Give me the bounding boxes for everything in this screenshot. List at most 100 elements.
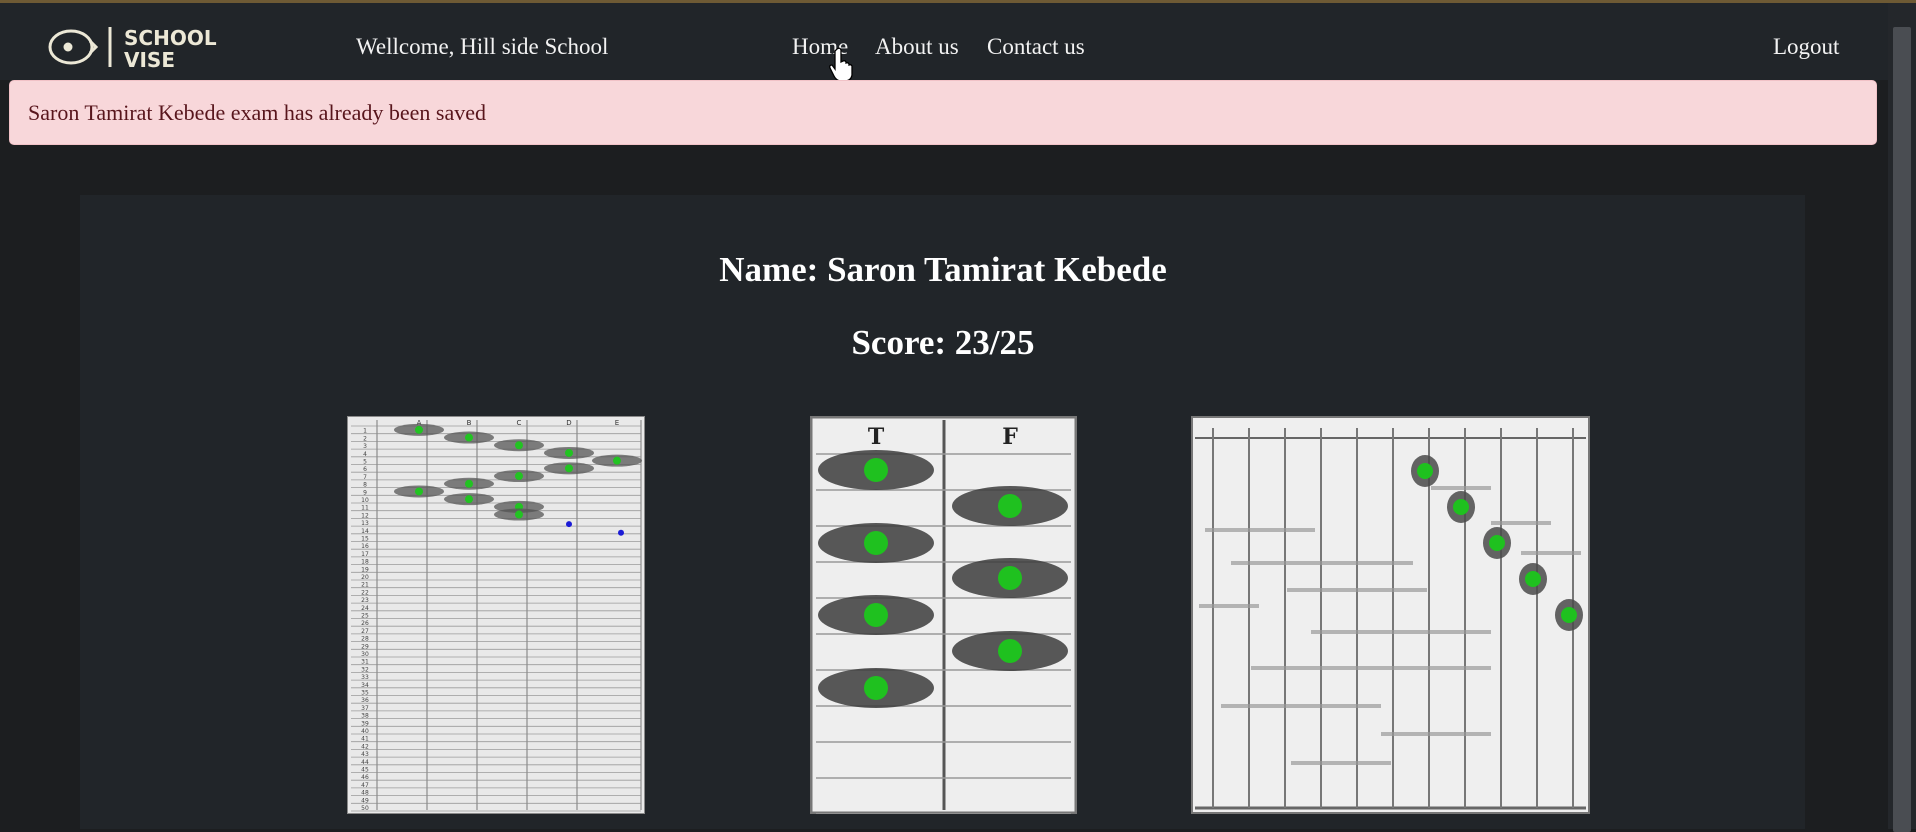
row-number-label: 7 (363, 474, 367, 481)
row-number-label: 32 (361, 666, 369, 673)
saved-alert: Saron Tamirat Kebede exam has already be… (9, 80, 1877, 145)
row-number-label: 5 (363, 459, 367, 466)
row-number-label: 46 (361, 774, 369, 781)
nav-about-link[interactable]: About us (875, 34, 959, 60)
column-header-label: F (1002, 424, 1018, 450)
row-number-label: 41 (361, 736, 369, 743)
faint-mark (1491, 521, 1551, 525)
row-number-label: 11 (361, 505, 369, 512)
correct-answer-dot (1417, 463, 1433, 479)
faint-mark (1431, 486, 1491, 490)
navbar: SCHOOL VISE Wellcome, Hill side School H… (0, 3, 1888, 80)
nav-contact-link[interactable]: Contact us (987, 34, 1085, 60)
correct-answer-dot (465, 433, 473, 442)
correct-answer-dot (415, 425, 423, 434)
answer-sheet-multiple-choice: A B C D E 1 2 3 4 5 6 7 8 9 10 11 12 13 14 15 16 17 18 19 20 21 22… (347, 416, 645, 814)
row-number-label: 47 (361, 782, 369, 789)
correct-answer-dot (515, 441, 523, 450)
row-number-label: 31 (361, 659, 369, 666)
column-header-label: B (467, 419, 472, 427)
row-number-label: 45 (361, 767, 369, 774)
correct-answer-dot (1561, 607, 1577, 623)
row-number-label: 9 (363, 489, 367, 496)
faint-mark (1287, 588, 1427, 592)
row-number-label: 24 (361, 605, 369, 612)
row-number-label: 19 (361, 566, 369, 573)
row-number-label: 33 (361, 674, 369, 681)
row-number-label: 50 (361, 805, 369, 812)
row-number-label: 42 (361, 743, 369, 750)
correct-answer-dot (998, 639, 1022, 663)
faint-mark (1311, 630, 1491, 634)
row-number-label: 18 (361, 559, 369, 566)
student-name-heading: Name: Saron Tamirat Kebede (719, 250, 1167, 289)
row-number-label: 49 (361, 797, 369, 804)
correct-answer-dot (864, 676, 888, 700)
correct-answer-dot (864, 531, 888, 555)
row-number-label: 36 (361, 697, 369, 704)
row-number-label: 4 (363, 451, 367, 458)
answer-sheet-matching (1191, 416, 1590, 814)
row-number-label: 10 (361, 497, 369, 504)
column-header-label: D (566, 419, 571, 427)
correct-answer-dot (415, 487, 423, 496)
multiple-choice-sheet-image: A B C D E12345678910111213141516171819202122… (347, 416, 645, 814)
column-header-label: C (517, 419, 522, 427)
correct-answer-dot (1453, 499, 1469, 515)
row-number-label: 6 (363, 466, 367, 473)
correct-answer-dot (1489, 535, 1505, 551)
row-number-label: 22 (361, 589, 369, 596)
row-number-label: 40 (361, 728, 369, 735)
matching-sheet-image (1191, 416, 1590, 814)
wrong-answer-dot (618, 529, 624, 536)
schoolvise-logo[interactable]: SCHOOL VISE (44, 23, 286, 71)
sheet-paper (1191, 416, 1590, 814)
correct-answer-dot (998, 494, 1022, 518)
correct-answer-dot (465, 495, 473, 504)
logo-text-top: SCHOOL (124, 26, 217, 50)
faint-mark (1199, 604, 1259, 608)
row-number-label: 17 (361, 551, 369, 558)
row-number-label: 43 (361, 751, 369, 758)
correct-answer-dot (565, 464, 573, 473)
correct-answer-dot (1525, 571, 1541, 587)
row-number-label: 30 (361, 651, 369, 658)
row-number-label: 15 (361, 536, 369, 543)
logo-text-bottom: VISE (124, 48, 175, 71)
correct-answer-dot (998, 566, 1022, 590)
correct-answer-dot (864, 603, 888, 627)
row-number-label: 8 (363, 482, 367, 489)
row-number-label: 34 (361, 682, 369, 689)
row-number-label: 37 (361, 705, 369, 712)
row-number-label: 23 (361, 597, 369, 604)
row-number-label: 20 (361, 574, 369, 581)
row-number-label: 25 (361, 613, 369, 620)
row-number-label: 14 (361, 528, 369, 535)
alert-message: Saron Tamirat Kebede exam has already be… (28, 100, 487, 125)
wrong-answer-dot (566, 521, 572, 528)
scrollbar-thumb[interactable] (1893, 27, 1911, 832)
faint-mark (1251, 666, 1491, 670)
row-number-label: 16 (361, 543, 369, 550)
page-scrollbar[interactable] (1888, 3, 1916, 832)
welcome-text: Wellcome, Hill side School (356, 34, 609, 59)
correct-answer-dot (515, 472, 523, 481)
row-number-label: 48 (361, 790, 369, 797)
score-heading: Score: 23/25 (851, 323, 1035, 362)
row-number-label: 44 (361, 759, 369, 766)
row-number-label: 13 (361, 520, 369, 527)
row-number-label: 28 (361, 636, 369, 643)
row-number-label: 26 (361, 620, 369, 627)
faint-mark (1521, 551, 1581, 555)
faint-mark (1381, 732, 1491, 736)
faint-mark (1205, 528, 1315, 532)
row-number-label: 39 (361, 720, 369, 727)
row-number-label: 1 (363, 428, 367, 435)
correct-answer-dot (613, 456, 621, 465)
row-number-label: 27 (361, 628, 369, 635)
row-number-label: 2 (363, 435, 367, 442)
correct-answer-dot (565, 448, 573, 457)
logout-link[interactable]: Logout (1773, 34, 1839, 60)
faint-mark (1231, 561, 1413, 565)
true-false-sheet-image: TF (810, 416, 1077, 814)
